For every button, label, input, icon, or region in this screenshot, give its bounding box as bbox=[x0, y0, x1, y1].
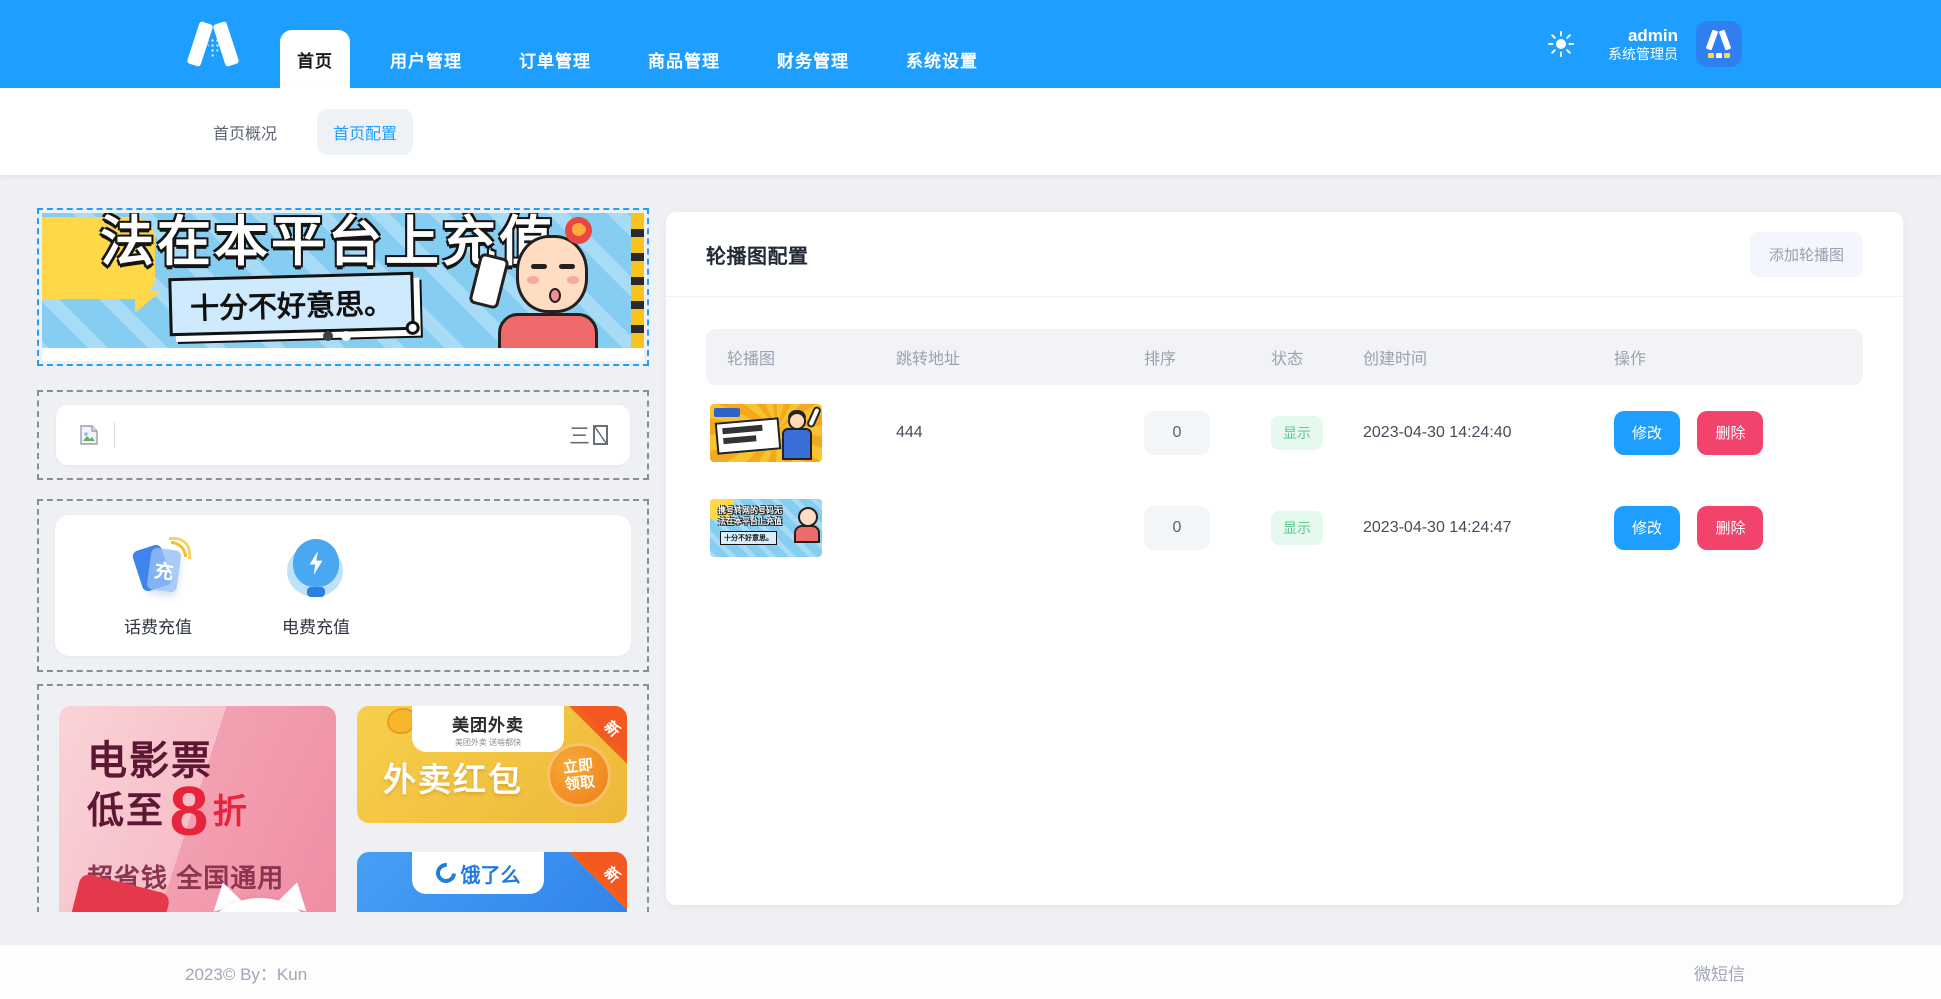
carousel-dot[interactable] bbox=[341, 331, 351, 341]
copyright-text: 2023© By：Kun bbox=[185, 960, 307, 985]
eleme-brand-pill: 饿了么 bbox=[412, 852, 544, 894]
column-header-actions: 操作 bbox=[1614, 345, 1863, 369]
search-divider bbox=[114, 422, 115, 448]
user-info[interactable]: admin 系统管理员 bbox=[1608, 25, 1678, 64]
footer-brand-text: 微短信 bbox=[1694, 960, 1745, 985]
edit-button[interactable]: 修改 bbox=[1614, 506, 1680, 550]
carousel-thumbnail-yellow[interactable] bbox=[710, 404, 822, 462]
search-preview-section[interactable]: 三 bbox=[37, 390, 649, 480]
created-time: 2023-04-30 14:24:47 bbox=[1363, 519, 1614, 537]
status-badge: 显示 bbox=[1271, 416, 1323, 450]
sort-input[interactable]: 0 bbox=[1144, 506, 1210, 550]
search-right-glyphs: 三 bbox=[569, 420, 608, 450]
quick-actions-card: 充 话费充值 电费充值 bbox=[55, 515, 631, 656]
meituan-brand-pill: 美团外卖 美团外卖 送啥都快 bbox=[412, 706, 564, 752]
avatar-caption bbox=[1708, 53, 1730, 58]
edit-button[interactable]: 修改 bbox=[1614, 411, 1680, 455]
search-bar[interactable]: 三 bbox=[56, 405, 630, 465]
app-logo[interactable] bbox=[185, 22, 243, 66]
admin-app: 首页 用户管理 订单管理 商品管理 财务管理 系统设置 admin 系统管理员 bbox=[0, 0, 1941, 999]
eleme-promo-card[interactable]: 饿了么 新 bbox=[357, 852, 627, 912]
banner-caption-box: 十分不好意思。 bbox=[168, 272, 414, 336]
fire-emoji-icon bbox=[565, 217, 592, 244]
meituan-promo-card[interactable]: 美团外卖 美团外卖 送啥都快 外卖红包 立即 领取 新 bbox=[357, 706, 627, 823]
movie-promo-discount: 低至 8 折 bbox=[87, 780, 247, 843]
status-badge: 显示 bbox=[1271, 511, 1323, 545]
banner-bottom-strip bbox=[42, 348, 644, 361]
table-row: 444 0 显示 2023-04-30 14:24:40 修改 删除 bbox=[706, 385, 1863, 480]
caution-stripe bbox=[631, 213, 644, 348]
subnav-item-home-config[interactable]: 首页配置 bbox=[317, 109, 413, 155]
panel-header: 轮播图配置 添加轮播图 bbox=[666, 212, 1903, 297]
new-corner-ribbon: 新 bbox=[569, 852, 627, 910]
carousel-table: 轮播图 跳转地址 排序 状态 创建时间 操作 bbox=[666, 297, 1903, 575]
user-role: 系统管理员 bbox=[1608, 46, 1678, 64]
avatar[interactable] bbox=[1696, 21, 1742, 67]
tab-home[interactable]: 首页 bbox=[280, 30, 350, 88]
avatar-logo-icon bbox=[1705, 30, 1733, 50]
link-address: 444 bbox=[896, 424, 1144, 442]
kangaroo-logo-icon bbox=[387, 708, 415, 734]
column-header-status: 状态 bbox=[1271, 345, 1363, 369]
subnav-item-home-overview[interactable]: 首页概况 bbox=[197, 109, 293, 155]
tab-finance-management[interactable]: 财务管理 bbox=[760, 30, 866, 88]
carousel-dots bbox=[42, 331, 631, 341]
sort-input[interactable]: 0 bbox=[1144, 411, 1210, 455]
table-header-row: 轮播图 跳转地址 排序 状态 创建时间 操作 bbox=[706, 329, 1863, 385]
quick-action-electric-recharge[interactable]: 电费充值 bbox=[273, 539, 359, 638]
page-footer: 2023© By：Kun 微短信 bbox=[0, 945, 1941, 999]
cat-mascot-graphic bbox=[196, 880, 324, 912]
promo-section-clip: 电影票 低至 8 折 超省钱 全国通用 bbox=[37, 684, 649, 912]
table-row: 携号转网的号码无 法在本平台上充值 十分不好意思。 0 显示 2023-04-3… bbox=[706, 480, 1863, 575]
carousel-config-panel: 轮播图配置 添加轮播图 轮播图 跳转地址 排序 状态 创建时间 操作 bbox=[666, 212, 1903, 905]
content: 法在本平台上充值 十分不好意思。 bbox=[0, 175, 1941, 945]
carousel-banner-image: 法在本平台上充值 十分不好意思。 bbox=[42, 213, 644, 361]
carousel-thumbnail-blue[interactable]: 携号转网的号码无 法在本平台上充值 十分不好意思。 bbox=[710, 499, 822, 557]
column-header-created: 创建时间 bbox=[1363, 345, 1614, 369]
broken-image-icon bbox=[78, 424, 100, 446]
quick-actions-section[interactable]: 充 话费充值 电费充值 bbox=[37, 499, 649, 672]
column-header-link: 跳转地址 bbox=[896, 345, 1144, 369]
eleme-logo-icon bbox=[431, 859, 459, 887]
tab-product-management[interactable]: 商品管理 bbox=[631, 30, 737, 88]
panel-title: 轮播图配置 bbox=[706, 240, 809, 269]
delete-button[interactable]: 删除 bbox=[1697, 411, 1763, 455]
tab-system-settings[interactable]: 系统设置 bbox=[889, 30, 995, 88]
movie-ticket-promo-card[interactable]: 电影票 低至 8 折 超省钱 全国通用 bbox=[59, 706, 336, 912]
delete-button[interactable]: 删除 bbox=[1697, 506, 1763, 550]
tab-order-management[interactable]: 订单管理 bbox=[502, 30, 608, 88]
electric-recharge-icon bbox=[285, 539, 347, 601]
carousel-preview-section[interactable]: 法在本平台上充值 十分不好意思。 bbox=[37, 208, 649, 366]
topbar: 首页 用户管理 订单管理 商品管理 财务管理 系统设置 admin 系统管理员 bbox=[0, 0, 1941, 88]
theme-toggle-icon[interactable] bbox=[1548, 31, 1574, 57]
carousel-dot-active[interactable] bbox=[323, 331, 333, 341]
missing-glyph-box bbox=[593, 425, 608, 445]
created-time: 2023-04-30 14:24:40 bbox=[1363, 424, 1614, 442]
phone-recharge-icon: 充 bbox=[127, 539, 189, 601]
promo-cards-section[interactable]: 电影票 低至 8 折 超省钱 全国通用 bbox=[37, 684, 649, 912]
topbar-right: admin 系统管理员 bbox=[1548, 0, 1742, 88]
subnav: 首页概况 首页配置 bbox=[0, 88, 1941, 175]
tab-user-management[interactable]: 用户管理 bbox=[373, 30, 479, 88]
quick-action-phone-recharge[interactable]: 充 话费充值 bbox=[115, 539, 201, 638]
column-header-sort: 排序 bbox=[1144, 345, 1271, 369]
main-nav: 首页 用户管理 订单管理 商品管理 财务管理 系统设置 bbox=[280, 30, 1018, 88]
column-header-image: 轮播图 bbox=[706, 345, 896, 369]
username: admin bbox=[1608, 25, 1678, 46]
meituan-promo-title: 外卖红包 bbox=[383, 753, 523, 801]
add-carousel-button[interactable]: 添加轮播图 bbox=[1750, 232, 1863, 277]
